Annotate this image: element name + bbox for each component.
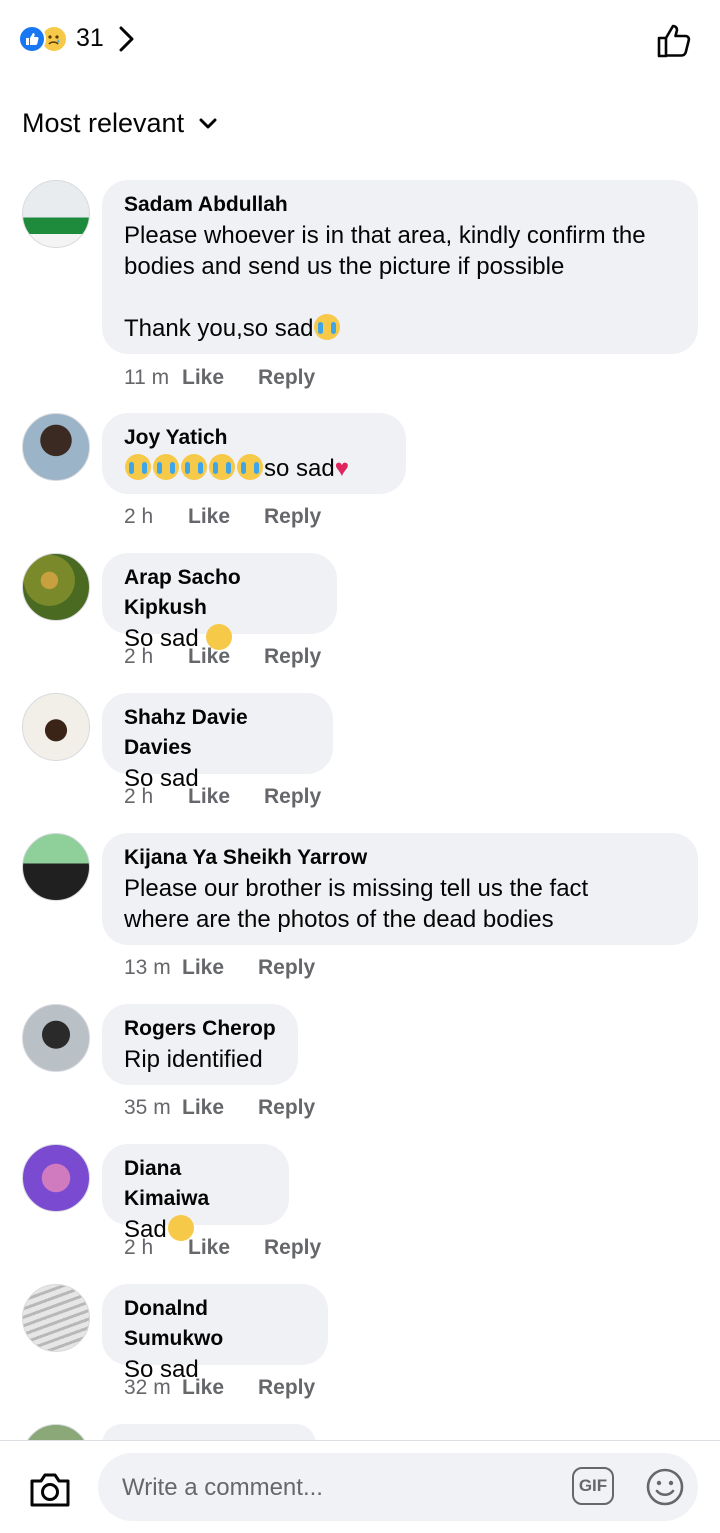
reactions-header: 31	[0, 0, 720, 84]
loudly-crying-face-icon	[153, 454, 179, 480]
commenter-name[interactable]: Donalnd Sumukwo	[124, 1294, 306, 1354]
sort-label: Most relevant	[22, 108, 185, 138]
commenter-name[interactable]: Arap Sacho Kipkush	[124, 563, 315, 623]
comment-time: 32 m	[124, 1376, 171, 1399]
comment-bubble[interactable]: Sadam Abdullah Please whoever is in that…	[102, 180, 698, 354]
reply-button[interactable]: Reply	[264, 785, 321, 809]
like-button[interactable]: Like	[182, 956, 258, 980]
sort-dropdown[interactable]: Most relevant	[22, 108, 218, 139]
comment-actions: 35 m Like Reply	[124, 1096, 315, 1120]
like-button[interactable]: Like	[188, 505, 264, 529]
reply-button[interactable]: Reply	[258, 956, 315, 980]
commenter-name[interactable]: Diana Kimaiwa	[124, 1154, 267, 1214]
loudly-crying-face-icon	[314, 314, 341, 340]
like-button[interactable]: Like	[188, 1236, 264, 1260]
like-reaction-icon	[18, 24, 46, 53]
comment-time: 35 m	[124, 1096, 171, 1119]
broken-heart-icon: ♥	[334, 455, 349, 482]
comment-actions: 32 m Like Reply	[124, 1376, 315, 1400]
avatar[interactable]	[22, 833, 90, 901]
reply-button[interactable]: Reply	[258, 1376, 315, 1400]
commenter-name[interactable]: Joy Yatich	[124, 423, 384, 453]
reply-button[interactable]: Reply	[264, 1236, 321, 1260]
comment-bubble[interactable]: Kijana Ya Sheikh Yarrow Please our broth…	[102, 833, 698, 945]
comment-time: 2 h	[124, 785, 154, 808]
chevron-down-icon	[199, 118, 217, 128]
avatar[interactable]	[22, 693, 90, 761]
comment-actions: 13 m Like Reply	[124, 956, 315, 980]
commenter-name[interactable]: Kijana Ya Sheikh Yarrow	[124, 843, 676, 873]
avatar[interactable]	[22, 553, 90, 621]
comment-actions: 2 h Like Reply	[124, 785, 321, 809]
like-button[interactable]: Like	[188, 645, 264, 669]
reaction-count: 31	[76, 24, 104, 52]
emoji-icon[interactable]	[644, 1466, 686, 1508]
comment-actions: 2 h Like Reply	[124, 645, 321, 669]
comment-text: so sad♥	[124, 453, 384, 484]
loudly-crying-face-icon	[237, 454, 263, 480]
like-button[interactable]: Like	[182, 366, 258, 390]
comment-actions: 11 m Like Reply	[124, 366, 315, 390]
like-button[interactable]: Like	[188, 785, 264, 809]
comment-input-box[interactable]: GIF	[98, 1453, 698, 1521]
commenter-name[interactable]: Rogers Cherop	[124, 1014, 276, 1044]
comment-time: 2 h	[124, 505, 154, 528]
gif-button[interactable]: GIF	[572, 1467, 614, 1505]
comment-composer: GIF	[0, 1440, 720, 1533]
comment-actions: 2 h Like Reply	[124, 505, 321, 529]
comment-text: Please our brother is missing tell us th…	[124, 875, 589, 933]
comment-actions: 2 h Like Reply	[124, 1236, 321, 1260]
comment-text: Please whoever is in that area, kindly c…	[124, 222, 646, 342]
comment-bubble[interactable]: Shahz Davie Davies So sad	[102, 693, 333, 792]
comment-bubble[interactable]: Joy Yatich so sad♥	[102, 413, 406, 494]
comment-time: 2 h	[124, 1236, 154, 1259]
loudly-crying-face-icon	[125, 454, 151, 480]
commenter-name[interactable]: Sadam Abdullah	[124, 190, 676, 220]
reply-button[interactable]: Reply	[264, 645, 321, 669]
reply-button[interactable]: Reply	[258, 1096, 315, 1120]
comment-text: Rip identified	[124, 1046, 263, 1073]
avatar[interactable]	[22, 1284, 90, 1352]
loudly-crying-face-icon	[181, 454, 207, 480]
comment-time: 11 m	[124, 366, 170, 389]
reply-button[interactable]: Reply	[264, 505, 321, 529]
like-button[interactable]: Like	[182, 1096, 258, 1120]
comment-bubble[interactable]: Rogers Cherop Rip identified	[102, 1004, 298, 1085]
loudly-crying-face-icon	[209, 454, 235, 480]
comment-time: 13 m	[124, 956, 171, 979]
comment-time: 2 h	[124, 645, 154, 668]
comment-input[interactable]	[120, 1467, 544, 1509]
avatar[interactable]	[22, 413, 90, 481]
like-post-icon[interactable]	[656, 22, 694, 60]
avatar[interactable]	[22, 1004, 90, 1072]
comment-bubble[interactable]: Diana Kimaiwa Sad	[102, 1144, 289, 1243]
comment-bubble[interactable]: Donalnd Sumukwo So sad	[102, 1284, 328, 1383]
reaction-summary[interactable]: 31	[18, 24, 136, 53]
camera-icon[interactable]	[28, 1471, 72, 1509]
commenter-name[interactable]: Shahz Davie Davies	[124, 703, 311, 763]
comment-bubble[interactable]: Arap Sacho Kipkush So sad	[102, 553, 337, 652]
reply-button[interactable]: Reply	[258, 366, 315, 390]
like-button[interactable]: Like	[182, 1376, 258, 1400]
avatar[interactable]	[22, 1144, 90, 1212]
chevron-right-icon	[119, 26, 134, 51]
avatar[interactable]	[22, 180, 90, 248]
